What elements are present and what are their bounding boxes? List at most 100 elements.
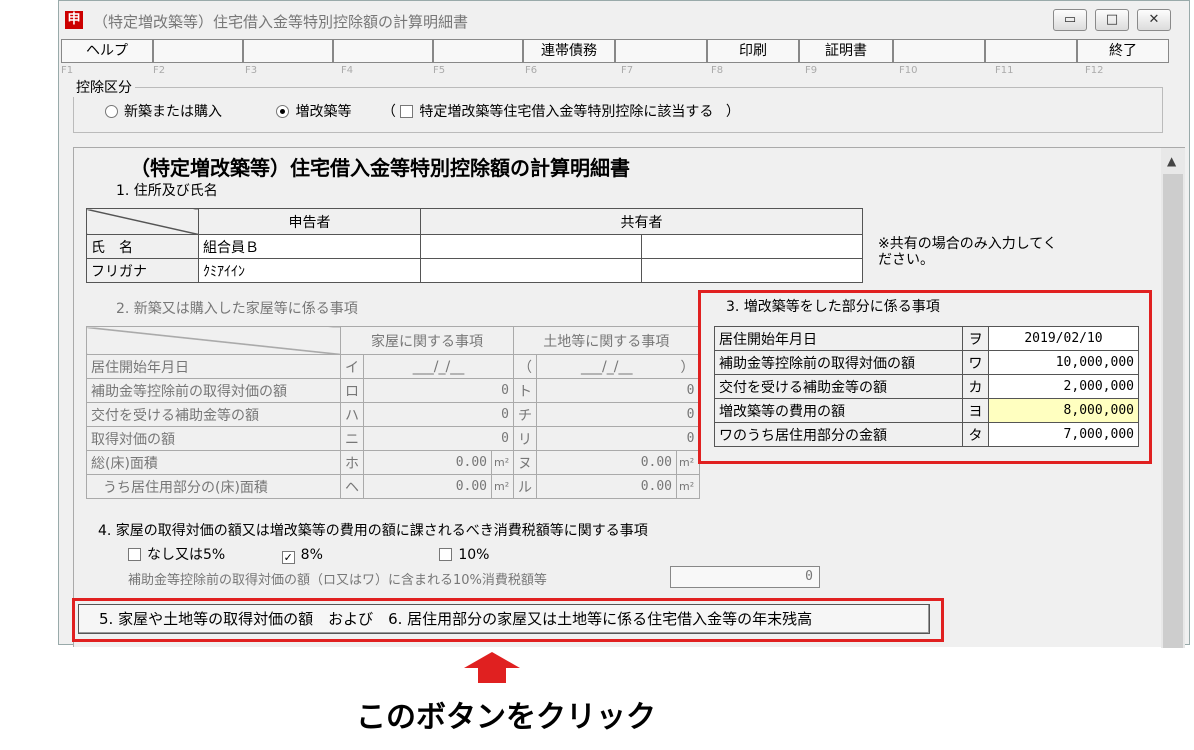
special-renovation-checkbox[interactable]: 特定増改築等住宅借入金等特別控除に該当する xyxy=(400,104,713,120)
move-in-date-field[interactable]: 2019/02/10 xyxy=(988,326,1139,351)
f5-button[interactable] xyxy=(433,39,523,63)
radio-new-label: 新築または購入 xyxy=(124,104,222,120)
print-button[interactable]: 印刷 xyxy=(707,39,799,63)
house-header: 家屋に関する事項 xyxy=(340,326,514,355)
row-key: リ xyxy=(513,426,537,451)
tax-8-label: 8% xyxy=(300,547,323,563)
declarant-name-field[interactable]: 組合員Ｂ xyxy=(198,234,421,259)
land-value-field[interactable]: 0 xyxy=(536,426,700,451)
tax-included-field[interactable]: 0 xyxy=(670,566,820,588)
section3-title: 3. 増改築等をした部分に係る事項 xyxy=(726,299,940,315)
house-area-field[interactable]: 0.00 xyxy=(363,450,492,475)
close-button[interactable]: ✕ xyxy=(1137,9,1171,31)
special-renovation-label: 特定増改築等住宅借入金等特別控除に該当する xyxy=(419,104,714,120)
row-label: 居住開始年月日 xyxy=(86,354,341,379)
tax-rate-options: なし又は5% ✓ 8% 10% xyxy=(128,544,688,564)
f10-button[interactable] xyxy=(893,39,985,63)
land-date-field[interactable]: ___/_/__ xyxy=(536,354,677,379)
row-label: ワのうち居住用部分の金額 xyxy=(714,422,963,447)
window-title: （特定増改築等）住宅借入金等特別控除額の計算明細書 xyxy=(93,13,469,31)
row-key: ロ xyxy=(340,378,364,403)
deduction-type-label: 控除区分 xyxy=(73,77,135,97)
fkey-number: F3 xyxy=(245,65,258,76)
joint-debt-button[interactable]: 連帯債務 xyxy=(523,39,615,63)
title-bar: 申 （特定増改築等）住宅借入金等特別控除額の計算明細書 ▭ □ ✕ xyxy=(59,1,1189,37)
tax-none-checkbox[interactable]: なし又は5% xyxy=(128,547,225,563)
certificate-button[interactable]: 証明書 xyxy=(799,39,893,63)
fkey-number: F6 xyxy=(525,65,538,76)
acquisition-price-field[interactable]: 10,000,000 xyxy=(988,350,1139,375)
maximize-button[interactable]: □ xyxy=(1095,9,1129,31)
minimize-button[interactable]: ▭ xyxy=(1053,9,1087,31)
f4-button[interactable] xyxy=(333,39,433,63)
checkbox-icon xyxy=(400,105,414,118)
section2-title: 2. 新築又は購入した家屋等に係る事項 xyxy=(116,301,358,317)
name-table: 申告者 共有者 氏 名 組合員Ｂ フリガナ ｸﾐｱｲｲﾝ xyxy=(86,208,863,283)
house-value-field[interactable]: 0 xyxy=(363,426,514,451)
f11-button[interactable] xyxy=(985,39,1077,63)
exit-button[interactable]: 終了 xyxy=(1077,39,1169,63)
row-key: ト xyxy=(513,378,537,403)
fkey-number: F8 xyxy=(711,65,724,76)
coowner2-kana-field[interactable] xyxy=(641,258,863,283)
callout-text: このボタンをクリック xyxy=(356,700,656,735)
radio-icon xyxy=(276,105,290,118)
paren-open: （ xyxy=(381,104,396,120)
house-date-field[interactable]: ___/_/__ xyxy=(363,354,514,379)
radio-renovation[interactable]: 増改築等 xyxy=(276,104,351,120)
vertical-scrollbar[interactable]: ▲ xyxy=(1161,148,1185,648)
row-label: 補助金等控除前の取得対価の額 xyxy=(86,378,341,403)
fkey-number: F10 xyxy=(899,65,918,76)
declarant-header: 申告者 xyxy=(198,208,421,235)
paren-close: ） xyxy=(725,104,740,120)
kana-label: フリガナ xyxy=(86,258,199,283)
row-key: ル xyxy=(513,474,537,499)
next-section-button[interactable]: 5. 家屋や土地等の取得対価の額 および 6. 居住用部分の家屋又は土地等に係る… xyxy=(78,604,930,634)
scroll-up-icon[interactable]: ▲ xyxy=(1167,154,1176,168)
tax-8-checkbox[interactable]: ✓ 8% xyxy=(281,547,323,564)
land-header: 土地等に関する事項 xyxy=(513,326,700,355)
row-key: タ xyxy=(962,422,989,447)
section1-title: 1. 住所及び氏名 xyxy=(116,183,218,199)
checkmark-icon: ✓ xyxy=(281,551,295,564)
land-area-field[interactable]: 0.00 xyxy=(536,450,677,475)
fkey-number: F7 xyxy=(621,65,634,76)
coowner1-kana-field[interactable] xyxy=(420,258,642,283)
row-label: 居住開始年月日 xyxy=(714,326,963,351)
row-key: ） xyxy=(676,354,700,379)
f3-button[interactable] xyxy=(243,39,333,63)
row-key: イ xyxy=(340,354,364,379)
residential-portion-field[interactable]: 7,000,000 xyxy=(988,422,1139,447)
unit-label: m² xyxy=(491,474,514,499)
fkey-number: F12 xyxy=(1085,65,1104,76)
house-value-field[interactable]: 0 xyxy=(363,402,514,427)
radio-icon xyxy=(105,105,118,118)
tax-10-label: 10% xyxy=(458,547,490,563)
f2-button[interactable] xyxy=(153,39,243,63)
help-button[interactable]: ヘルプ xyxy=(61,39,153,63)
coowner1-name-field[interactable] xyxy=(420,234,642,259)
f7-button[interactable] xyxy=(615,39,707,63)
radio-renovation-label: 増改築等 xyxy=(295,104,352,120)
row-key: ヌ xyxy=(513,450,537,475)
fkey-number: F2 xyxy=(153,65,166,76)
radio-new-or-purchase[interactable]: 新築または購入 xyxy=(105,104,222,120)
house-area-field[interactable]: 0.00 xyxy=(363,474,492,499)
land-value-field[interactable]: 0 xyxy=(536,378,700,403)
renovation-cost-field[interactable]: 8,000,000 xyxy=(988,398,1139,423)
row-key: ヨ xyxy=(962,398,989,423)
tax-10-checkbox[interactable]: 10% xyxy=(439,547,489,563)
unit-label: m² xyxy=(676,450,700,475)
land-value-field[interactable]: 0 xyxy=(536,402,700,427)
scroll-thumb[interactable] xyxy=(1163,174,1183,648)
deduction-options: 新築または購入 増改築等 （ 特定増改築等住宅借入金等特別控除に該当する ） xyxy=(105,101,740,121)
row-label: うち居住用部分の(床)面積 xyxy=(86,474,341,499)
land-area-field[interactable]: 0.00 xyxy=(536,474,677,499)
house-value-field[interactable]: 0 xyxy=(363,378,514,403)
row-key: チ xyxy=(513,402,537,427)
subsidy-field[interactable]: 2,000,000 xyxy=(988,374,1139,399)
declarant-kana-field[interactable]: ｸﾐｱｲｲﾝ xyxy=(198,258,421,283)
name-label: 氏 名 xyxy=(86,234,199,259)
coowner2-name-field[interactable] xyxy=(641,234,863,259)
up-arrow-stem xyxy=(478,667,506,683)
